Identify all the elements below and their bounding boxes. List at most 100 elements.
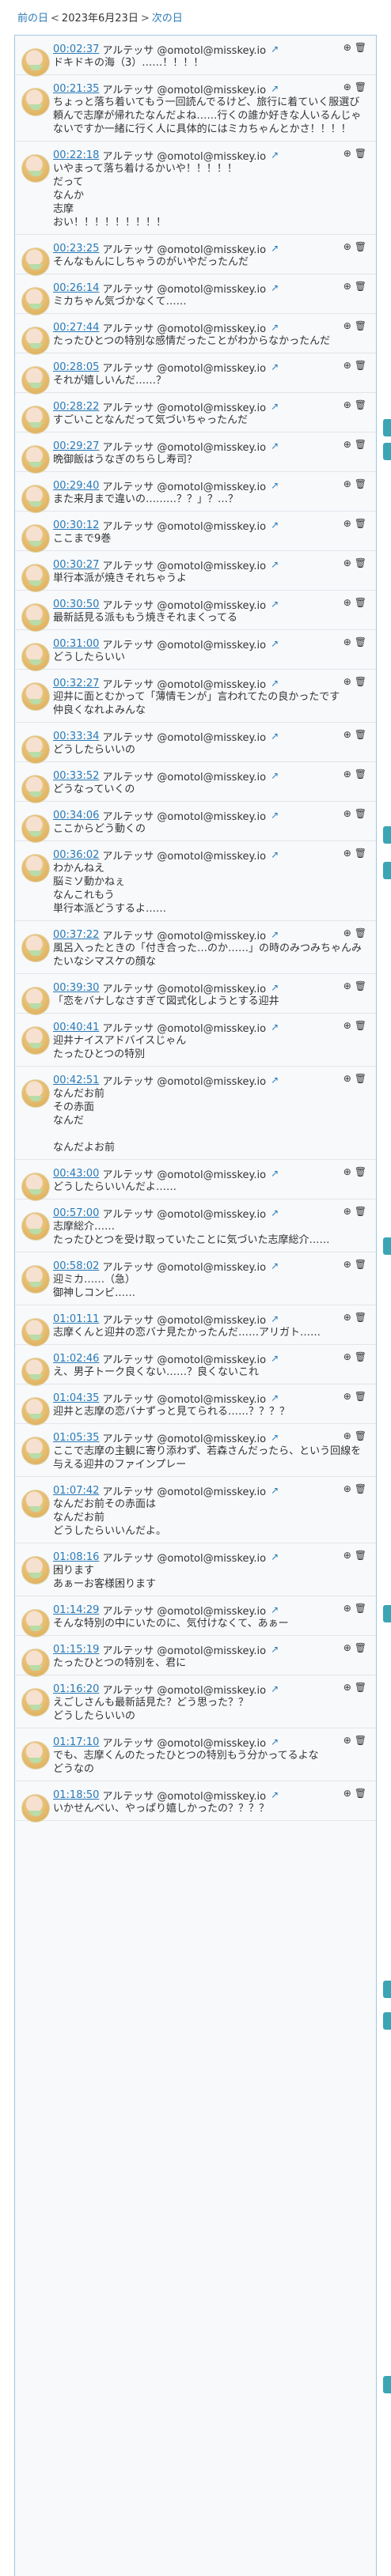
reply-icon[interactable]: ⊕ <box>344 1073 355 1084</box>
avatar[interactable] <box>21 1556 50 1585</box>
post-time-link[interactable]: 00:26:14 <box>53 282 99 294</box>
external-link-icon[interactable]: ↗ <box>271 1207 279 1218</box>
trash-icon[interactable]: 🗑 <box>355 1073 370 1084</box>
trash-icon[interactable]: 🗑 <box>355 808 370 819</box>
external-link-icon[interactable]: ↗ <box>271 1485 279 1496</box>
external-link-icon[interactable]: ↗ <box>271 638 279 649</box>
post-time-link[interactable]: 00:21:35 <box>53 83 99 95</box>
external-link-icon[interactable]: ↗ <box>271 83 279 94</box>
reply-icon[interactable]: ⊕ <box>344 1642 355 1653</box>
reply-icon[interactable]: ⊕ <box>344 281 355 292</box>
post-time-link[interactable]: 00:31:00 <box>53 638 99 650</box>
post-time-link[interactable]: 00:28:22 <box>53 401 99 413</box>
external-link-icon[interactable]: ↗ <box>271 440 279 451</box>
reply-icon[interactable]: ⊕ <box>344 1735 355 1746</box>
reply-icon[interactable]: ⊕ <box>344 42 355 53</box>
post-time-link[interactable]: 00:39:30 <box>53 982 99 994</box>
reply-icon[interactable]: ⊕ <box>344 848 355 859</box>
trash-icon[interactable]: 🗑 <box>355 1682 370 1693</box>
avatar[interactable] <box>21 987 50 1015</box>
reply-icon[interactable]: ⊕ <box>344 769 355 780</box>
trash-icon[interactable]: 🗑 <box>355 1391 370 1402</box>
reply-icon[interactable]: ⊕ <box>344 1166 355 1177</box>
post-time-link[interactable]: 00:30:12 <box>53 519 99 531</box>
post-time-link[interactable]: 00:40:41 <box>53 1022 99 1033</box>
side-tab[interactable] <box>383 1237 391 1255</box>
avatar[interactable] <box>21 406 50 434</box>
post-time-link[interactable]: 00:34:06 <box>53 810 99 822</box>
post-time-link[interactable]: 00:42:51 <box>53 1075 99 1086</box>
external-link-icon[interactable]: ↗ <box>271 480 279 491</box>
external-link-icon[interactable]: ↗ <box>271 149 279 161</box>
reply-icon[interactable]: ⊕ <box>344 439 355 450</box>
trash-icon[interactable]: 🗑 <box>355 980 370 991</box>
trash-icon[interactable]: 🗑 <box>355 1788 370 1799</box>
trash-icon[interactable]: 🗑 <box>355 636 370 648</box>
trash-icon[interactable]: 🗑 <box>355 557 370 568</box>
reply-icon[interactable]: ⊕ <box>344 1312 355 1323</box>
post-time-link[interactable]: 00:27:44 <box>53 322 99 334</box>
avatar[interactable] <box>21 603 50 632</box>
external-link-icon[interactable]: ↗ <box>271 1736 279 1747</box>
trash-icon[interactable]: 🗑 <box>355 769 370 780</box>
avatar[interactable] <box>21 1026 50 1055</box>
external-link-icon[interactable]: ↗ <box>271 731 279 742</box>
trash-icon[interactable]: 🗑 <box>355 848 370 859</box>
reply-icon[interactable]: ⊕ <box>344 360 355 371</box>
avatar[interactable] <box>21 1212 50 1241</box>
avatar[interactable] <box>21 1397 50 1426</box>
reply-icon[interactable]: ⊕ <box>344 1483 355 1494</box>
post-time-link[interactable]: 01:04:35 <box>53 1392 99 1404</box>
reply-icon[interactable]: ⊕ <box>344 597 355 608</box>
reply-icon[interactable]: ⊕ <box>344 478 355 489</box>
reply-icon[interactable]: ⊕ <box>344 320 355 331</box>
avatar[interactable] <box>21 1741 50 1770</box>
reply-icon[interactable]: ⊕ <box>344 1550 355 1561</box>
avatar[interactable] <box>21 775 50 803</box>
external-link-icon[interactable]: ↗ <box>271 1392 279 1403</box>
external-link-icon[interactable]: ↗ <box>271 43 279 55</box>
post-time-link[interactable]: 01:08:16 <box>53 1551 99 1563</box>
trash-icon[interactable]: 🗑 <box>355 399 370 410</box>
reply-icon[interactable]: ⊕ <box>344 1259 355 1270</box>
avatar[interactable] <box>21 247 50 276</box>
avatar[interactable] <box>21 366 50 395</box>
reply-icon[interactable]: ⊕ <box>344 980 355 991</box>
external-link-icon[interactable]: ↗ <box>271 361 279 372</box>
trash-icon[interactable]: 🗑 <box>355 1312 370 1323</box>
post-time-link[interactable]: 01:18:50 <box>53 1789 99 1801</box>
reply-icon[interactable]: ⊕ <box>344 1020 355 1031</box>
trash-icon[interactable]: 🗑 <box>355 927 370 939</box>
post-time-link[interactable]: 01:17:10 <box>53 1736 99 1748</box>
external-link-icon[interactable]: ↗ <box>271 1432 279 1443</box>
avatar[interactable] <box>21 735 50 764</box>
post-time-link[interactable]: 00:02:37 <box>53 43 99 55</box>
post-time-link[interactable]: 00:37:22 <box>53 929 99 941</box>
side-tab[interactable] <box>383 443 391 460</box>
external-link-icon[interactable]: ↗ <box>271 519 279 531</box>
avatar[interactable] <box>21 1490 50 1518</box>
trash-icon[interactable]: 🗑 <box>355 439 370 450</box>
post-time-link[interactable]: 00:43:00 <box>53 1168 99 1180</box>
trash-icon[interactable]: 🗑 <box>355 1550 370 1561</box>
trash-icon[interactable]: 🗑 <box>355 1483 370 1494</box>
side-tab[interactable] <box>383 1981 391 1998</box>
avatar[interactable] <box>21 1688 50 1717</box>
external-link-icon[interactable]: ↗ <box>271 1022 279 1033</box>
external-link-icon[interactable]: ↗ <box>271 1260 279 1271</box>
post-time-link[interactable]: 00:30:27 <box>53 559 99 571</box>
external-link-icon[interactable]: ↗ <box>271 770 279 781</box>
reply-icon[interactable]: ⊕ <box>344 1351 355 1362</box>
external-link-icon[interactable]: ↗ <box>271 282 279 293</box>
external-link-icon[interactable]: ↗ <box>271 599 279 610</box>
reply-icon[interactable]: ⊕ <box>344 808 355 819</box>
next-day-link[interactable]: 次の日 <box>152 13 183 25</box>
trash-icon[interactable]: 🗑 <box>355 676 370 687</box>
post-time-link[interactable]: 00:28:05 <box>53 361 99 373</box>
avatar[interactable] <box>21 88 50 116</box>
trash-icon[interactable]: 🗑 <box>355 360 370 371</box>
trash-icon[interactable]: 🗑 <box>355 597 370 608</box>
post-time-link[interactable]: 00:36:02 <box>53 849 99 861</box>
trash-icon[interactable]: 🗑 <box>355 148 370 159</box>
trash-icon[interactable]: 🗑 <box>355 1603 370 1614</box>
